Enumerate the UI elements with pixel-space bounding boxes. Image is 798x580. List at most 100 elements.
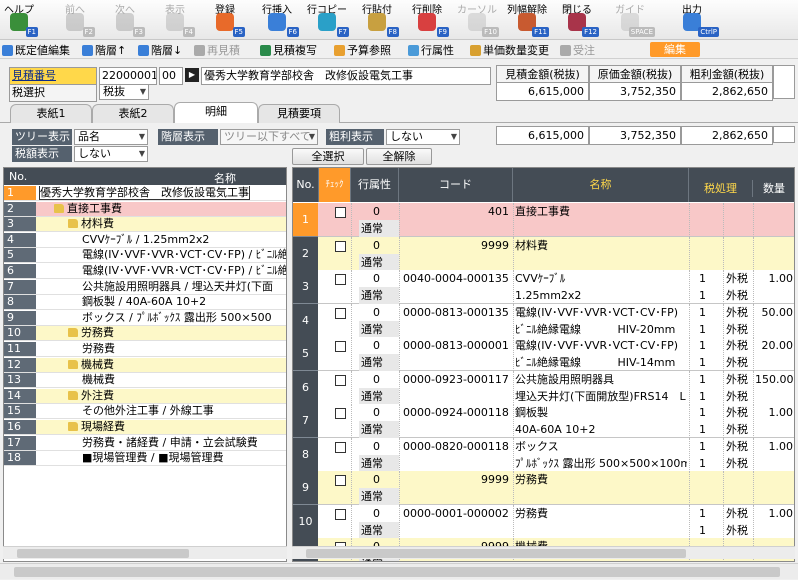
toolbar-bulb-button[interactable]: 表示 F4 [155,0,195,40]
tree-horizontal-scrollbar[interactable] [3,546,287,559]
menu-copy-estimate-button[interactable]: 見積複写 [260,42,317,58]
detail-row[interactable]: 1 0 通常 401 直接工事費 [293,203,794,237]
menu-level-up-button[interactable]: 階層↑ [82,42,126,58]
detail-row[interactable]: 8 0 通常 0000-0820-000118 ボックス ﾌﾟﾙﾎﾞｯｸｽ 露出形 500… [293,437,794,472]
sub-total-estimate: 6,615,000 [496,126,589,145]
column-divider [723,471,724,505]
toolbar-print-button[interactable]: 出力 CtrlP [665,0,719,40]
tree-row[interactable]: 18 ■現場管理費 / ■現場管理費 [4,451,286,467]
detail-row-tax-code-2: 1 [699,322,706,336]
main-horizontal-scrollbar[interactable] [0,563,798,579]
tree-grid[interactable]: No. 名称 1 優秀大学教育学部校舎 改修仮設電気工事 2 直接工事費 3 材料費 4 CV… [3,167,287,562]
estimate-sub-field[interactable]: 00 [159,67,183,85]
function-key-badge: F7 [336,27,349,37]
tree-row[interactable]: 14 外注費 [4,388,286,404]
tree-row[interactable]: 7 公共施設用照明器具 / 埋込天井灯(下面 [4,279,286,295]
toolbar-row-paste-button[interactable]: 行貼付 F8 [355,0,399,40]
tab-cover-2[interactable]: 表紙2 [92,104,174,123]
row-checkbox[interactable] [335,408,346,419]
estimate-no-field[interactable]: 22000001 [99,67,157,85]
detail-row[interactable]: 3 0 通常 0040-0004-000135 CVVｹｰﾌﾞﾙ 1.25mm2x2 1 外税… [293,270,794,304]
detail-row[interactable]: 5 0 通常 0000-0813-000001 電線(IV･VVF･VVR･VCT･CV… [293,337,794,371]
toolbar-column-width-button[interactable]: 列幅解除 F11 [505,0,549,40]
menu-order-button[interactable]: 受注 [560,42,595,58]
toolbar-close-door-button[interactable]: 閉じる F12 [555,0,599,40]
tree-row[interactable]: 13 機械費 [4,373,286,389]
hierarchy-display-select[interactable]: ツリー以下すべて ▼ [220,129,318,145]
tree-row[interactable]: 9 ボックス / ﾌﾟﾙﾎﾞｯｸｽ 露出形 500×500 [4,310,286,326]
detail-row[interactable]: 10 0 通常 0000-0001-000002 労務費 1 外税 1.00 1 外税 [293,504,794,539]
row-checkbox[interactable] [335,307,346,319]
menu-price-change-button[interactable]: 単価数量変更 [470,42,549,58]
menu-reestimate-button[interactable]: 再見積 [194,42,240,58]
column-divider [723,437,724,472]
toolbar-ok-button[interactable]: 登録 F5 [205,0,245,40]
toolbar-row-copy-button[interactable]: 行コピー F7 [305,0,349,40]
detail-row[interactable]: 4 0 通常 0000-0813-000135 電線(IV･VVF･VVR･VCT･CV… [293,303,794,338]
tree-row[interactable]: 16 現場経費 [4,420,286,435]
project-name-field[interactable]: 優秀大学教育学部校舎 改修仮設電気工事 [201,67,491,85]
menu-label: 既定値編集 [15,44,70,57]
tree-row[interactable]: 17 労務費・諸経費 / 申請・立会試験費 [4,435,286,451]
toolbar-help-button[interactable]: ヘルプ F1 [0,0,38,40]
row-checkbox[interactable] [335,475,346,486]
menu-label: 階層↑ [95,44,127,57]
detail-row[interactable]: 7 0 通常 0000-0924-000118 鋼板製 40A-60A 10+2 1 外税 1.… [293,404,794,438]
tab-details[interactable]: 明細 [174,102,258,123]
main-scroll-thumb[interactable] [14,567,780,577]
row-checkbox[interactable] [335,274,346,285]
tree-row[interactable]: 2 直接工事費 [4,201,286,217]
detail-row-tax-type-2: 外税 [726,523,748,537]
tab-cover-1[interactable]: 表紙1 [10,104,92,123]
total-cost-value: 3,752,350 [589,82,681,101]
tax-display-select[interactable]: しない ▼ [74,146,148,162]
detail-row-code: 0040-0004-000135 [403,272,509,285]
detail-grid[interactable]: No. ﾁｪｯｸ 行属性 コード 名称 税処理 数量 1 0 通常 401 直接工事費 2… [292,167,795,562]
tree-scroll-thumb[interactable] [17,549,189,558]
menu-edit-button[interactable]: 既定値編集 [2,42,70,58]
clear-all-button[interactable]: 全解除 [366,148,432,165]
select-all-button[interactable]: 全選択 [292,148,364,165]
toolbar-cursor-button[interactable]: カーソル F10 [455,0,499,40]
tax-select[interactable]: 税抜 ▼ [99,84,149,100]
row-checkbox[interactable] [335,441,346,453]
detail-row-tax-code-2: 1 [699,423,706,436]
detail-row[interactable]: 6 0 通常 0000-0923-000117 公共施設用照明器具 埋込天井灯(下面開放型… [293,370,794,405]
row-checkbox[interactable] [335,508,346,520]
tree-row[interactable]: 4 CVVｹｰﾌﾞﾙ / 1.25mm2x2 [4,232,286,248]
detail-row[interactable]: 2 0 通常 9999 材料費 [293,236,794,271]
toolbar-guide-button[interactable]: ガイド SPACE [605,0,655,40]
tree-row[interactable]: 10 労務費 [4,326,286,342]
menu-row-attr-button[interactable]: 行属性 [408,42,454,58]
menu-budget-button[interactable]: 予算参照 [334,42,391,58]
toolbar-row-delete-button[interactable]: 行削除 F9 [405,0,449,40]
tab-estimate-terms[interactable]: 見積要項 [258,104,340,123]
tree-row[interactable]: 15 その他外注工事 / 外線工事 [4,404,286,420]
row-checkbox[interactable] [335,207,346,218]
detail-row-attr: 0 [373,406,380,419]
sub-total-cost: 3,752,350 [589,126,681,145]
function-key-badge: F3 [132,27,145,37]
tree-row[interactable]: 1 優秀大学教育学部校舎 改修仮設電気工事 [4,186,286,201]
tree-row[interactable]: 8 鋼板製 / 40A-60A 10+2 [4,295,286,311]
detail-row[interactable]: 9 0 通常 9999 労務費 [293,471,794,505]
toolbar-row-insert-button[interactable]: 行挿入 F6 [255,0,299,40]
tree-row[interactable]: 5 電線(IV･VVF･VVR･VCT･CV･FP) / ﾋﾞﾆﾙ絶 [4,248,286,264]
tree-row[interactable]: 6 電線(IV･VVF･VVR･VCT･CV･FP) / ﾋﾞﾆﾙ絶 [4,264,286,279]
profit-display-select[interactable]: しない ▼ [386,129,460,145]
jump-button[interactable]: ▶ [185,68,199,82]
tree-row-label: ボックス / ﾌﾟﾙﾎﾞｯｸｽ 露出形 500×500 [82,310,272,324]
tree-display-select[interactable]: 品名 ▼ [74,129,148,145]
detail-scroll-thumb[interactable] [306,549,686,558]
row-checkbox[interactable] [335,341,346,352]
tree-row[interactable]: 3 材料費 [4,217,286,233]
detail-horizontal-scrollbar[interactable] [292,546,795,559]
tax-display-label: 税額表示 [12,146,72,162]
tree-row[interactable]: 12 機械費 [4,357,286,373]
row-checkbox[interactable] [335,374,346,386]
tree-row[interactable]: 11 労務費 [4,342,286,357]
toolbar-arrow-left-button[interactable]: 前へ F2 [55,0,95,40]
menu-level-down-button[interactable]: 階層↓ [138,42,182,58]
row-checkbox[interactable] [335,240,346,252]
toolbar-arrow-right-button[interactable]: 次へ F3 [105,0,145,40]
